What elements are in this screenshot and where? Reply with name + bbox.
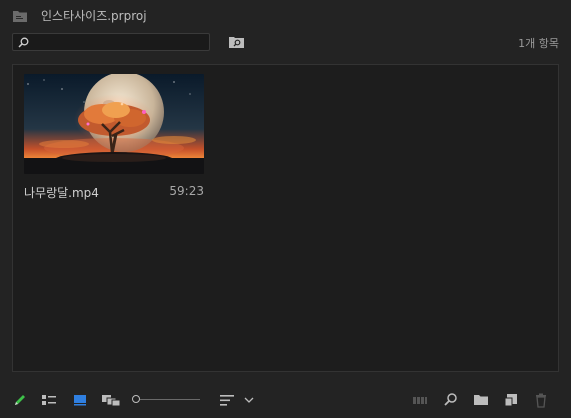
new-item-icon[interactable] <box>503 392 519 408</box>
project-header: 인스타사이즈.prproj <box>0 0 571 32</box>
zoom-slider-handle[interactable] <box>132 395 140 403</box>
trash-icon <box>536 393 546 408</box>
project-folder-icon <box>13 11 27 22</box>
chevron-down-icon[interactable] <box>243 392 255 408</box>
zoom-slider-track[interactable] <box>140 399 200 400</box>
clip-name[interactable]: 나무랑달.mp4 <box>24 184 99 201</box>
list-view-icon[interactable] <box>41 392 57 408</box>
new-bin-icon[interactable] <box>473 392 489 408</box>
bottom-toolbar <box>0 386 571 414</box>
find-icon[interactable] <box>443 392 459 408</box>
project-title: 인스타사이즈.prproj <box>41 9 147 23</box>
sort-icon[interactable] <box>219 392 235 408</box>
thumbnail-image <box>24 74 204 174</box>
automate-to-sequence-icon <box>413 397 427 404</box>
icon-view-icon[interactable] <box>72 392 88 408</box>
clip-thumbnail[interactable] <box>24 74 204 174</box>
freeform-view-icon[interactable] <box>101 392 121 408</box>
item-count: 1개 항목 <box>518 37 559 50</box>
find-in-bin-icon[interactable] <box>229 36 244 48</box>
search-icon <box>18 37 29 48</box>
search-input[interactable] <box>33 34 205 50</box>
search-field[interactable] <box>12 33 210 51</box>
clip-duration: 59:23 <box>169 184 204 198</box>
pencil-icon[interactable] <box>12 392 28 408</box>
project-bin-panel: 나무랑달.mp4 59:23 <box>12 64 559 372</box>
